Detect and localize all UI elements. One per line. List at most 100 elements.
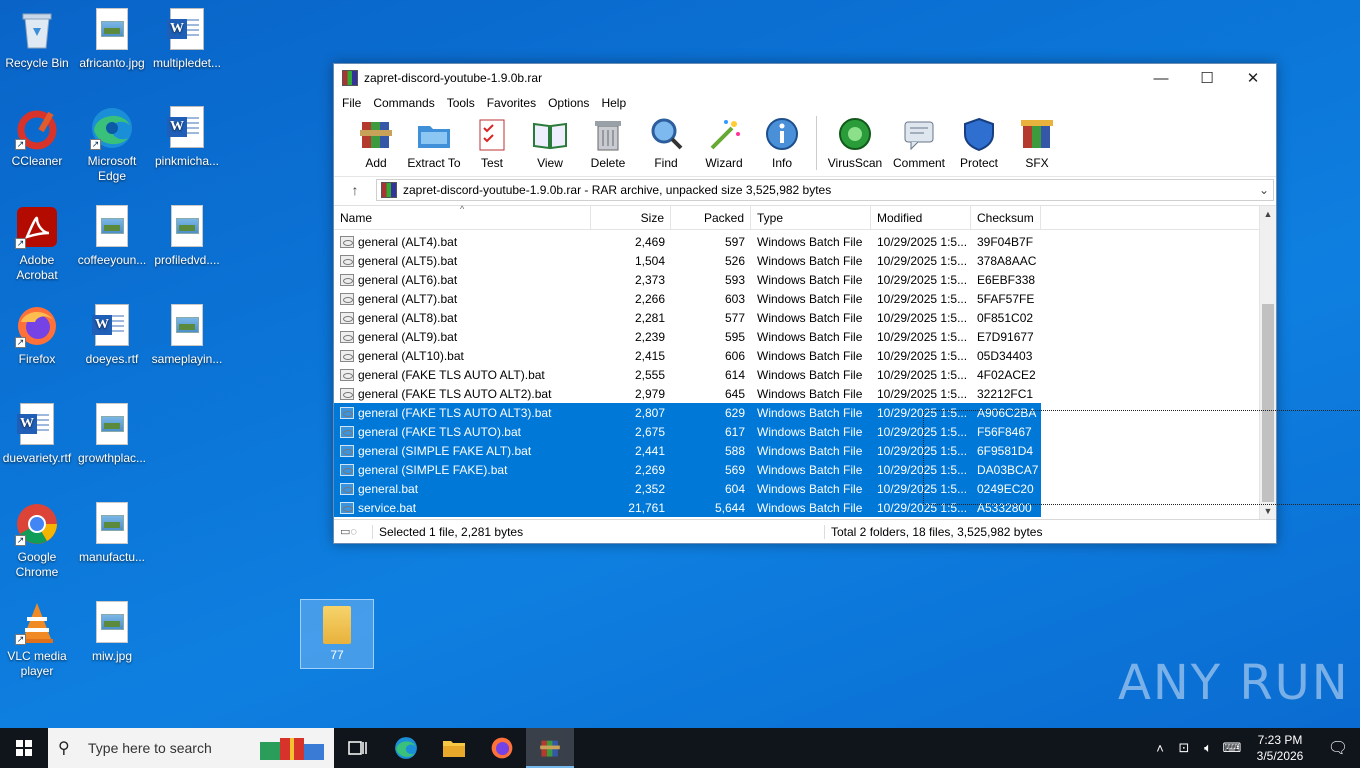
- close-button[interactable]: ✕: [1230, 64, 1276, 92]
- scroll-up-arrow-icon[interactable]: ▲: [1260, 206, 1276, 223]
- file-packed-cell: 588: [671, 441, 751, 460]
- volume-icon[interactable]: 🔈︎: [1196, 740, 1220, 756]
- table-row[interactable]: general (ALT4).bat 2,469 597 Windows Batch …: [334, 232, 1260, 251]
- column-header-checksum[interactable]: Checksum: [971, 206, 1041, 229]
- desktop-icon-microsoft-edge[interactable]: ↗ Microsoft Edge: [75, 106, 149, 184]
- desktop-icon-manufactu[interactable]: manufactu...: [75, 502, 149, 565]
- desktop-icon-google-chrome[interactable]: ↗ Google Chrome: [0, 502, 74, 580]
- menu-commands[interactable]: Commands: [367, 96, 440, 110]
- file-type-cell-text: Windows Batch File: [757, 481, 863, 496]
- info-button[interactable]: Info: [754, 116, 810, 170]
- desktop-icon-profiledvd[interactable]: profiledvd....: [150, 205, 224, 268]
- desktop-icon-coffeeyoun[interactable]: coffeeyoun...: [75, 205, 149, 268]
- taskbar-firefox[interactable]: [478, 728, 526, 768]
- file-name-cell: general (FAKE TLS AUTO ALT2).bat: [334, 384, 591, 403]
- desktop-icon-ccleaner[interactable]: ↗ CCleaner: [0, 106, 74, 169]
- menu-options[interactable]: Options: [542, 96, 595, 110]
- table-row[interactable]: general (ALT7).bat 2,266 603 Windows Batch …: [334, 289, 1260, 308]
- desktop-icon-multipledet[interactable]: W multipledet...: [150, 8, 224, 71]
- menu-file[interactable]: File: [336, 96, 367, 110]
- taskbar-winrar[interactable]: [526, 728, 574, 768]
- virusscan-button[interactable]: VirusScan: [823, 116, 887, 170]
- file-size-cell: 2,441: [591, 441, 671, 460]
- clock-time: 7:23 PM: [1257, 733, 1303, 747]
- file-type-cell-text: Windows Batch File: [757, 462, 863, 477]
- comment-button[interactable]: Comment: [889, 116, 949, 170]
- file-type-cell: Windows Batch File: [751, 289, 871, 308]
- desktop-icon-label: multipledet...: [152, 56, 222, 70]
- desktop-icon-pinkmicha[interactable]: W pinkmicha...: [150, 106, 224, 169]
- table-row[interactable]: general (FAKE TLS AUTO ALT2).bat 2,979 645…: [334, 384, 1260, 403]
- desktop-icon-sameplayin[interactable]: sameplayin...: [150, 304, 224, 367]
- add-button[interactable]: Add: [348, 116, 404, 170]
- extract-to-button[interactable]: Extract To: [406, 116, 462, 170]
- table-row[interactable]: general (FAKE TLS AUTO ALT).bat 2,555 614 W…: [334, 365, 1260, 384]
- menu-tools[interactable]: Tools: [441, 96, 481, 110]
- menu-help[interactable]: Help: [595, 96, 632, 110]
- taskbar-file-explorer[interactable]: [430, 728, 478, 768]
- column-header-type[interactable]: Type: [751, 206, 871, 229]
- table-row[interactable]: general (ALT8).bat 2,281 577 Windows Batch …: [334, 308, 1260, 327]
- table-row[interactable]: general (ALT9).bat 2,239 595 Windows Batch …: [334, 327, 1260, 346]
- scroll-down-arrow-icon[interactable]: ▼: [1260, 503, 1276, 520]
- file-modified-cell: 10/29/2025 1:5...: [871, 251, 971, 270]
- test-button[interactable]: Test: [464, 116, 520, 170]
- desktop-icon-vlc[interactable]: ↗ VLC media player: [0, 601, 74, 679]
- clock[interactable]: 7:23 PM 3/5/2026: [1244, 732, 1316, 764]
- desktop-icon-adobe-acrobat[interactable]: ↗ Adobe Acrobat: [0, 205, 74, 283]
- taskbar-edge[interactable]: [382, 728, 430, 768]
- file-size-cell-text: 2,239: [634, 329, 665, 344]
- file-name-cell: general (ALT5).bat: [334, 251, 591, 270]
- column-header-modified[interactable]: Modified: [871, 206, 971, 229]
- desktop-icon-doeyes[interactable]: W doeyes.rtf: [75, 304, 149, 367]
- sfx-button[interactable]: SFX: [1009, 116, 1065, 170]
- table-row[interactable]: general (ALT10).bat 2,415 606 Windows Batch…: [334, 346, 1260, 365]
- desktop-icon-duevariety[interactable]: W duevariety.rtf: [0, 403, 74, 466]
- edge-icon: [395, 737, 417, 759]
- minimize-button[interactable]: —: [1138, 64, 1184, 92]
- protect-button[interactable]: Protect: [951, 116, 1007, 170]
- taskbar-search-box[interactable]: ⚲ Type here to search: [48, 728, 334, 768]
- desktop-icon-growthplac[interactable]: growthplac...: [75, 403, 149, 466]
- desktop-icon-label: pinkmicha...: [154, 154, 220, 168]
- menu-bar: File Commands Tools Favorites Options He…: [334, 92, 1276, 114]
- view-button[interactable]: View: [522, 116, 578, 170]
- desktop-icon-label: Recycle Bin: [5, 56, 69, 70]
- list-header: Name Size Packed Type Modified Checksum …: [334, 204, 1276, 230]
- title-bar[interactable]: zapret-discord-youtube-1.9.0b.rar — ☐ ✕: [334, 64, 1276, 92]
- file-name-cell: general (SIMPLE FAKE).bat: [334, 460, 591, 479]
- desktop-icon-firefox[interactable]: ↗ Firefox: [0, 304, 74, 367]
- desktop-icon-recycle-bin[interactable]: Recycle Bin: [0, 8, 74, 71]
- chevron-down-icon[interactable]: ⌄: [1255, 183, 1273, 197]
- file-size-cell: 2,469: [591, 232, 671, 251]
- network-icon[interactable]: ⊡: [1172, 740, 1196, 756]
- drive-icon[interactable]: ▭◌: [334, 525, 372, 538]
- file-explorer-icon: [443, 741, 465, 757]
- task-view-button[interactable]: [334, 728, 382, 768]
- table-row[interactable]: general (ALT6).bat 2,373 593 Windows Batch …: [334, 270, 1260, 289]
- file-packed-cell-text: 603: [724, 291, 745, 306]
- desktop-icon-miw[interactable]: miw.jpg: [75, 601, 149, 664]
- find-button[interactable]: Find: [638, 116, 694, 170]
- wizard-button[interactable]: Wizard: [696, 116, 752, 170]
- column-header-size[interactable]: Size: [591, 206, 671, 229]
- file-checksum-cell: 39F04B7F: [971, 232, 1041, 251]
- file-modified-cell-text: 10/29/2025 1:5...: [877, 386, 968, 401]
- input-method-icon[interactable]: ⌨︎: [1220, 740, 1244, 756]
- table-row[interactable]: general (ALT5).bat 1,504 526 Windows Batch …: [334, 251, 1260, 270]
- toolbar: Add Extract To Test View Delete Find Wiz…: [334, 114, 1276, 176]
- file-name-cell-text: general (ALT4).bat: [358, 234, 458, 249]
- address-field[interactable]: zapret-discord-youtube-1.9.0b.rar - RAR …: [376, 178, 1274, 201]
- file-checksum-cell: 378A8AAC: [971, 251, 1041, 270]
- up-one-level-button[interactable]: ↑: [334, 182, 376, 198]
- maximize-button[interactable]: ☐: [1184, 64, 1230, 92]
- show-hidden-icons-chevron-icon[interactable]: ˄: [1148, 741, 1172, 756]
- notification-center-icon[interactable]: 🗨︎: [1316, 738, 1360, 758]
- column-header-packed[interactable]: Packed: [671, 206, 751, 229]
- file-type-cell-text: Windows Batch File: [757, 329, 863, 344]
- desktop-icon-africanto[interactable]: africanto.jpg: [75, 8, 149, 71]
- delete-button[interactable]: Delete: [580, 116, 636, 170]
- desktop-folder-77[interactable]: 77: [300, 599, 374, 669]
- start-button[interactable]: [0, 728, 48, 768]
- menu-favorites[interactable]: Favorites: [481, 96, 542, 110]
